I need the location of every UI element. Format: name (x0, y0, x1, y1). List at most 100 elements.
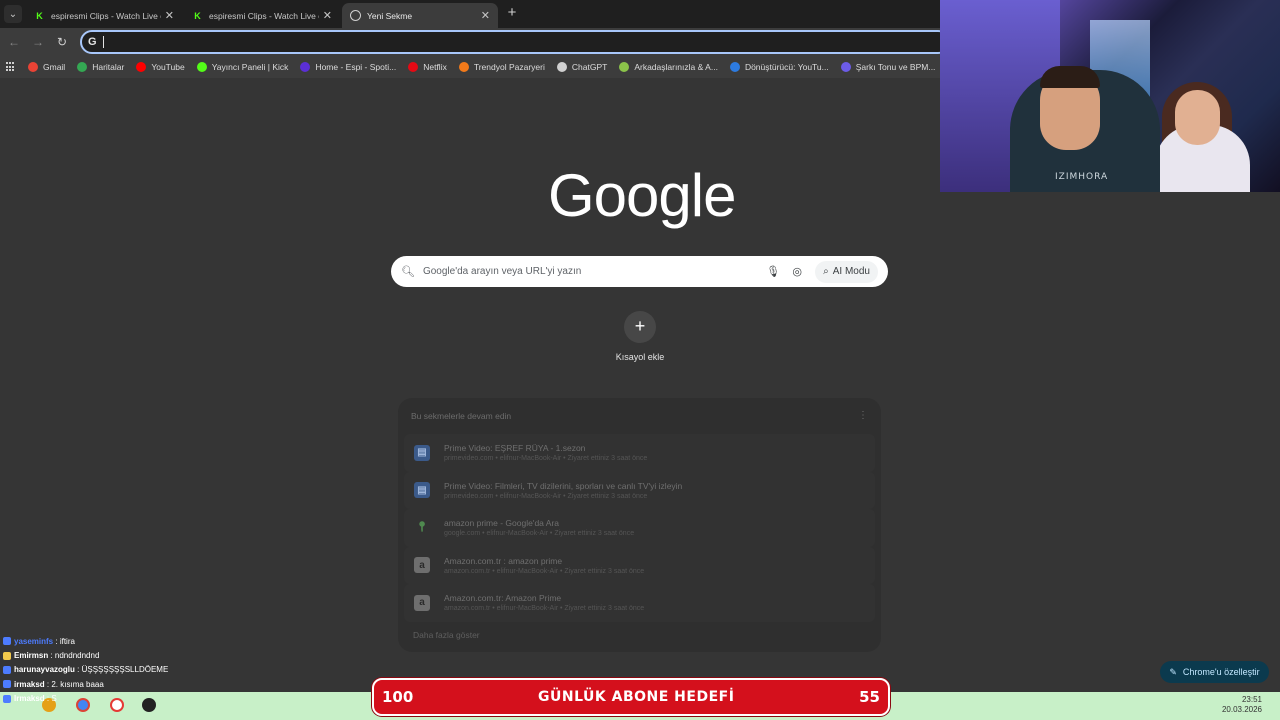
chevron-down-icon: ⌄ (8, 8, 18, 20)
close-icon[interactable]: ✕ (481, 9, 490, 22)
clock-time: 23:51 (1241, 695, 1262, 704)
continue-tab-row[interactable]: a Amazon.com.tr : amazon prime amazon.com.… (404, 546, 875, 584)
bookmark-label: YouTube (151, 62, 185, 72)
continue-tab-row[interactable]: ▤ Prime Video: EŞREF RÜYA - 1.sezon primev… (404, 434, 875, 472)
stream-chat: yaseminfs : iftira Emirmsn : ndndndndnd ha… (3, 634, 203, 706)
row-text: Amazon.com.tr : amazon prime amazon.com.t… (444, 556, 644, 575)
chat-badge-icon (3, 665, 11, 674)
bookmark-item[interactable]: YouTube (136, 62, 185, 72)
continue-tabs-card: Bu sekmelerle devam edin ⋮ ▤ Prime Video:… (398, 398, 881, 652)
chat-message: harunayvazoglu : ÜŞŞŞŞŞŞŞSLLDÖEME (3, 663, 203, 677)
card-title: Bu sekmelerle devam edin (411, 411, 512, 421)
chat-separator: : (74, 665, 82, 675)
chat-username: harunayvazoglu (14, 665, 75, 675)
bookmark-item[interactable]: Haritalar (77, 62, 124, 72)
chat-username: yaseminfs (14, 636, 54, 646)
ai-mode-button[interactable]: ⌕ AI Modu (815, 260, 878, 283)
customize-label: Chrome'u özelleştir (1182, 667, 1260, 677)
goal-current: 55 (859, 688, 880, 706)
streamer-2-face (1175, 90, 1220, 145)
bookmark-item[interactable]: Arkadaşlarınızla & A... (619, 62, 718, 72)
chrome-icon (350, 10, 361, 21)
bookmark-label: Yayıncı Paneli | Kick (211, 62, 289, 72)
goal-title: GÜNLÜK ABONE HEDEFİ (538, 689, 735, 705)
row-meta: primevideo.com • elifnur-MacBook-Air • Z… (444, 492, 648, 500)
more-options-icon[interactable]: ⋮ (858, 410, 868, 421)
chat-message: Irmaksd : S (3, 692, 203, 706)
search-input[interactable] (422, 266, 758, 277)
webcam-overlay: IZIMHORA (940, 0, 1280, 192)
system-clock: 23:51 20.03.2026 (1222, 695, 1262, 715)
chat-text: ndndndndnd (54, 651, 100, 661)
chat-text: iftira (59, 636, 75, 646)
bookmark-item[interactable]: Yayıncı Paneli | Kick (196, 62, 289, 72)
new-tab-button[interactable]: + (504, 5, 520, 21)
row-text: Prime Video: EŞREF RÜYA - 1.sezon primevi… (444, 443, 647, 462)
bookmark-label: ChatGPT (571, 62, 608, 72)
microphone-icon[interactable]: 🎙︎ (765, 264, 781, 280)
bookmark-label: Şarkı Tonu ve BPM... (855, 62, 936, 72)
row-meta: amazon.com.tr • elifnur-MacBook-Air • Zi… (444, 605, 645, 613)
tab-new-tab[interactable]: Yeni Sekme ✕ (342, 3, 498, 28)
google-icon: G (88, 36, 97, 48)
row-meta: google.com • elifnur-MacBook-Air • Ziyar… (444, 530, 635, 538)
chat-message: Emirmsn : ndndndndnd (3, 648, 203, 662)
search-box[interactable]: 🔍︎ 🎙︎ ◎ ⌕ AI Modu (391, 256, 888, 287)
bookmark-list: Gmail Haritalar YouTube Yayıncı Paneli | Ki… (28, 62, 940, 72)
continue-tab-row[interactable]: a Amazon.com.tr: Amazon Prime amazon.com.t… (404, 584, 875, 622)
show-more-link[interactable]: Daha fazla göster (413, 630, 480, 640)
bookmark-label: Dönüştürücü: YouTu... (744, 62, 829, 72)
close-icon[interactable]: ✕ (323, 9, 332, 22)
tab-search-button[interactable]: ⌄ (4, 5, 22, 23)
streamer-1-hair (1040, 66, 1100, 88)
tab-title: espiresmi Clips - Watch Live on (51, 10, 161, 21)
tab-kick-2[interactable]: K espiresmi Clips - Watch Live on ✕ (184, 3, 340, 28)
continue-tab-row[interactable]: 📍︎ amazon prime - Google'da Ara google.com… (404, 509, 875, 547)
forward-button[interactable]: → (30, 34, 46, 50)
row-title: Amazon.com.tr: Amazon Prime (444, 593, 562, 604)
tab-strip: ⌄ K espiresmi Clips - Watch Live on ✕ K … (0, 0, 940, 28)
chat-message: irmaksd : 2. kısıma baaa (3, 677, 203, 691)
google-lens-icon[interactable]: ◎ (789, 264, 805, 280)
bookmark-favicon-icon (136, 62, 147, 72)
close-icon[interactable]: ✕ (165, 9, 174, 22)
bookmark-item[interactable]: ChatGPT (556, 62, 608, 72)
continue-tab-row[interactable]: ▤ Prime Video: Filmleri, TV dizilerini, s… (404, 471, 875, 509)
bookmark-favicon-icon (840, 62, 851, 72)
add-shortcut-label: Kısayol ekle (615, 352, 665, 362)
row-title: Amazon.com.tr : amazon prime (444, 555, 563, 566)
tab-title: Yeni Sekme (367, 10, 413, 21)
address-bar[interactable]: G (80, 30, 950, 54)
chat-username: Irmaksd (14, 694, 45, 704)
google-maps-icon: 📍︎ (415, 522, 429, 534)
chat-separator: : (44, 679, 52, 689)
bookmark-item[interactable]: Şarkı Tonu ve BPM... (840, 62, 936, 72)
bookmark-item[interactable]: Home - Espi - Spoti... (300, 62, 396, 72)
back-button[interactable]: ← (6, 34, 22, 50)
bookmark-item[interactable]: Netflix (408, 62, 447, 72)
row-title: Prime Video: EŞREF RÜYA - 1.sezon (444, 443, 586, 454)
bookmark-item[interactable]: Dönüştürücü: YouTu... (729, 62, 829, 72)
amazon-icon: a (414, 594, 430, 611)
clock-date: 20.03.2026 (1221, 705, 1262, 714)
reload-button[interactable]: ↻ (54, 34, 70, 50)
amazon-icon: a (414, 557, 430, 574)
reload-icon: ↻ (56, 35, 68, 49)
customize-chrome-button[interactable]: ✎ Chrome'u özelleştir (1160, 661, 1269, 683)
bookmark-item[interactable]: Trendyol Pazaryeri (458, 62, 545, 72)
bookmark-label: Gmail (43, 62, 66, 72)
toolbar: ← → ↻ G (0, 28, 950, 56)
kick-icon: K (192, 10, 203, 21)
bookmark-label: Arkadaşlarınızla & A... (634, 62, 718, 72)
apps-grid-icon[interactable] (6, 62, 14, 72)
bookmark-item[interactable]: Gmail (28, 62, 65, 72)
shirt-text: IZIMHORA (1055, 172, 1109, 182)
arrow-right-icon: → (32, 35, 44, 49)
chat-badge-icon (3, 637, 11, 646)
bookmark-favicon-icon (196, 62, 207, 72)
chat-text: 2. kısıma baaa (51, 679, 104, 689)
prime-video-icon: ▤ (414, 482, 430, 499)
row-title: amazon prime - Google'da Ara (444, 518, 560, 529)
add-shortcut-button[interactable]: + (624, 311, 656, 343)
tab-kick-1[interactable]: K espiresmi Clips - Watch Live on ✕ (26, 3, 182, 28)
